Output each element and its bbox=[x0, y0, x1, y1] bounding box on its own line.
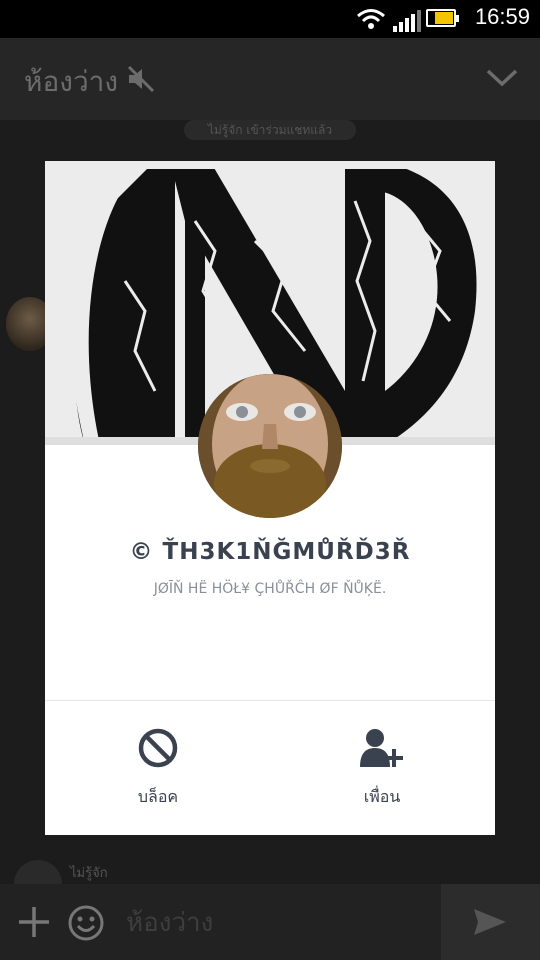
sender-name: ไม่รู้จัก bbox=[70, 866, 108, 881]
profile-face-graphic bbox=[198, 374, 342, 518]
status-time: 16:59 bbox=[474, 4, 530, 29]
send-button[interactable] bbox=[441, 884, 540, 960]
signal-icon bbox=[393, 10, 421, 32]
add-friend-label: เพื่อน bbox=[363, 787, 401, 806]
wifi-icon bbox=[357, 9, 385, 29]
chevron-down-icon[interactable] bbox=[486, 68, 518, 88]
block-icon bbox=[138, 728, 178, 768]
divider bbox=[45, 700, 495, 701]
message-composer bbox=[0, 884, 540, 960]
add-friend-icon bbox=[360, 729, 403, 767]
block-button[interactable]: บล็อค bbox=[93, 727, 223, 807]
profile-display-name: © ŤH3K1ŇĞMŮŘĎ3Ř bbox=[129, 539, 411, 565]
battery-icon bbox=[426, 9, 459, 27]
profile-picture[interactable] bbox=[198, 374, 342, 518]
add-friend-button[interactable]: เพื่อน bbox=[317, 727, 447, 807]
profile-status-message: JØĪŇ HË HÖŁ¥ ÇHŮŘĈH ØF ŇŮĶË. bbox=[153, 581, 387, 597]
mute-icon bbox=[127, 66, 155, 92]
plus-icon[interactable] bbox=[16, 904, 52, 940]
chat-header: ห้องว่าง bbox=[0, 38, 540, 120]
profile-popup: © ŤH3K1ŇĞMŮŘĎ3Ř JØĪŇ HË HÖŁ¥ ÇHŮŘĈH ØF Ň… bbox=[45, 161, 495, 835]
smiley-icon[interactable] bbox=[67, 904, 105, 942]
block-label: บล็อค bbox=[137, 787, 179, 806]
system-message: ไม่รู้จัก เข้าร่วมแชทแล้ว bbox=[184, 120, 356, 140]
send-icon bbox=[474, 909, 506, 935]
room-title: ห้องว่าง bbox=[24, 65, 119, 98]
status-bar: 16:59 bbox=[0, 0, 540, 38]
message-input[interactable] bbox=[124, 904, 428, 942]
